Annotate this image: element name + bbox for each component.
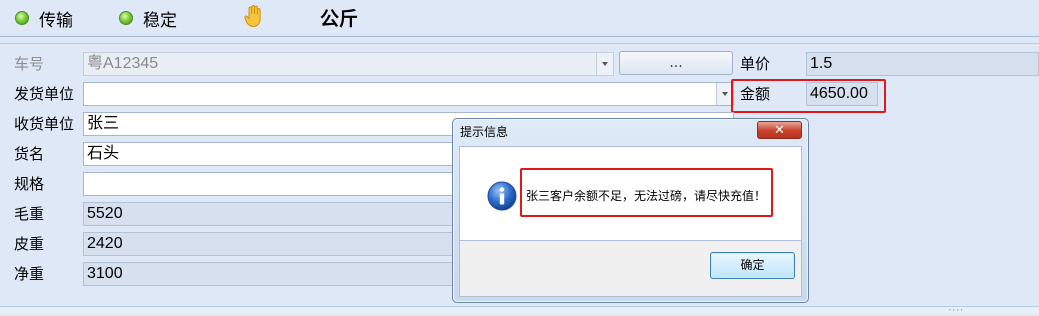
info-icon bbox=[487, 181, 517, 211]
plate-dropdown-arrow-icon[interactable] bbox=[596, 53, 613, 75]
unit-price-field[interactable]: 1.5 bbox=[806, 52, 1039, 76]
transmit-status: 传输 bbox=[15, 8, 73, 31]
message-highlight-box bbox=[520, 168, 773, 217]
dialog-title: 提示信息 bbox=[460, 125, 509, 139]
resize-grip-icon[interactable]: ···· bbox=[949, 306, 964, 316]
transmit-indicator-icon bbox=[15, 11, 29, 25]
transmit-label: 传输 bbox=[39, 10, 73, 31]
stable-indicator-icon bbox=[119, 11, 133, 25]
dialog-footer: 确定 bbox=[459, 241, 802, 297]
plate-input[interactable]: 粤A12345 bbox=[83, 52, 614, 76]
plate-browse-button[interactable]: ... bbox=[619, 51, 733, 75]
weight-unit-label: 公斤 bbox=[320, 7, 359, 30]
shipper-input[interactable] bbox=[83, 82, 734, 106]
plate-value: 粤A12345 bbox=[87, 55, 159, 72]
hand-icon bbox=[244, 5, 261, 27]
net-label: 净重 bbox=[14, 265, 45, 283]
ok-button[interactable]: 确定 bbox=[710, 252, 795, 279]
status-bar: 传输 稳定 公斤 bbox=[0, 0, 1039, 36]
dialog-body: 张三客户余额不足，无法过磅，请尽快充值！ bbox=[459, 146, 802, 241]
amount-highlight-box bbox=[731, 79, 886, 113]
stable-label: 稳定 bbox=[143, 10, 177, 31]
goods-label: 货名 bbox=[14, 145, 45, 163]
receiver-label: 收货单位 bbox=[14, 115, 75, 133]
unit-price-label: 单价 bbox=[740, 55, 771, 73]
spec-label: 规格 bbox=[14, 175, 45, 193]
dialog-close-button[interactable]: ✕ bbox=[757, 121, 802, 139]
gross-label: 毛重 bbox=[14, 205, 45, 223]
shipper-label: 发货单位 bbox=[14, 85, 75, 103]
tare-label: 皮重 bbox=[14, 235, 45, 253]
divider bbox=[0, 36, 1039, 37]
hand-status bbox=[243, 5, 265, 27]
message-dialog: 提示信息 ✕ 张三客户余额不足，无法过磅，请尽快充值！ 确定 bbox=[452, 118, 809, 303]
stable-status: 稳定 bbox=[119, 8, 177, 31]
plate-label: 车号 bbox=[14, 55, 45, 73]
